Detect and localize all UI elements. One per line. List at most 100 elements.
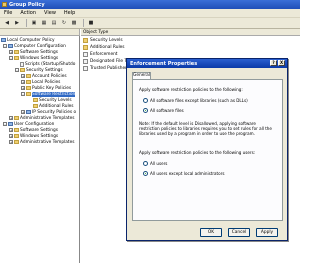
window-title: Group Policy bbox=[9, 1, 45, 8]
apply-button[interactable]: Apply bbox=[256, 228, 278, 237]
collapse-icon[interactable]: - bbox=[3, 122, 7, 126]
list-item-label: Enforcement bbox=[90, 51, 118, 57]
console-tree: Local Computer Policy - Computer Configur… bbox=[0, 36, 80, 263]
radio-label: All users except local administrators bbox=[150, 170, 225, 176]
export-icon[interactable]: ▩ bbox=[70, 19, 78, 27]
tree-item-label: Software Settings bbox=[20, 49, 58, 55]
cancel-button[interactable]: Cancel bbox=[228, 228, 250, 237]
expand-icon[interactable]: + bbox=[21, 110, 25, 114]
menu-help[interactable]: Help bbox=[64, 10, 75, 16]
radio-button[interactable] bbox=[143, 170, 148, 176]
folder-icon bbox=[14, 56, 19, 60]
radio-all-software-files[interactable]: All software files bbox=[143, 107, 184, 113]
expand-icon[interactable]: + bbox=[21, 80, 25, 84]
list-item-label: Security Levels bbox=[90, 37, 123, 43]
radio-button[interactable] bbox=[143, 107, 148, 113]
policy-doc-icon bbox=[83, 58, 88, 64]
column-object-type[interactable]: Object Type bbox=[83, 30, 108, 35]
policy-doc-icon bbox=[83, 65, 88, 71]
ok-button[interactable]: OK bbox=[200, 228, 222, 237]
menu-action[interactable]: Action bbox=[20, 10, 36, 16]
radio-label: All users bbox=[150, 160, 168, 166]
expand-icon[interactable]: + bbox=[9, 50, 13, 54]
close-button[interactable]: X bbox=[278, 60, 285, 66]
list-item-label: Additional Rules bbox=[90, 44, 125, 50]
folder-icon bbox=[26, 92, 31, 96]
tree-item-label: Local Policies bbox=[32, 79, 61, 85]
radio-button[interactable] bbox=[143, 97, 148, 103]
folder-icon bbox=[14, 128, 19, 132]
tree-item-label: Additional Rules bbox=[39, 103, 74, 109]
tree-item-label: Software Settings bbox=[20, 127, 58, 133]
list-item-additional-rules[interactable]: Additional Rules bbox=[83, 44, 125, 50]
expand-icon[interactable]: + bbox=[9, 128, 13, 132]
back-icon[interactable]: ◀ bbox=[3, 19, 11, 27]
radio-label: All software files except libraries (suc… bbox=[150, 97, 248, 103]
expand-icon[interactable]: + bbox=[9, 116, 13, 120]
expand-icon[interactable]: + bbox=[21, 74, 25, 78]
radio-button[interactable] bbox=[143, 160, 148, 166]
list-item-designated-file-types[interactable]: Designated File Typ bbox=[83, 58, 132, 64]
group-policy-icon bbox=[2, 2, 7, 7]
tree-item-label: Local Computer Policy bbox=[7, 37, 55, 43]
collapse-icon[interactable]: - bbox=[9, 56, 13, 60]
tree-item-label: Windows Settings bbox=[20, 133, 59, 139]
tree-item-label: Administrative Templates bbox=[20, 139, 75, 145]
refresh-icon[interactable]: ↻ bbox=[60, 19, 68, 27]
tree-item-label: Account Policies bbox=[32, 73, 67, 79]
section-files-label: Apply software restriction policies to t… bbox=[139, 87, 243, 92]
help-button[interactable]: ? bbox=[270, 60, 277, 66]
enforcement-properties-dialog: Enforcement Properties ? X General Apply… bbox=[126, 58, 288, 241]
folder-icon bbox=[83, 44, 88, 50]
radio-all-users[interactable]: All users bbox=[143, 160, 167, 166]
list-item-label: Trusted Publishers bbox=[90, 65, 130, 71]
tree-item-label: IP Security Policies o bbox=[32, 109, 77, 115]
radio-all-users-except-admins[interactable]: All users except local administrators bbox=[143, 170, 224, 176]
note-text: Note: If the default level is Disallowed… bbox=[139, 121, 272, 136]
folder-icon bbox=[33, 104, 38, 108]
list-item-enforcement[interactable]: Enforcement bbox=[83, 51, 118, 57]
expand-icon[interactable]: + bbox=[21, 86, 25, 90]
forward-icon[interactable]: ▶ bbox=[13, 19, 21, 27]
tree-item-label: User Configuration bbox=[14, 121, 55, 127]
menu-bar: File Action View Help bbox=[0, 9, 300, 18]
menu-view[interactable]: View bbox=[44, 10, 56, 16]
list-item-security-levels[interactable]: Security Levels bbox=[83, 37, 123, 43]
folder-icon bbox=[20, 68, 25, 72]
folder-icon bbox=[83, 37, 88, 43]
folder-icon bbox=[33, 98, 38, 102]
tab-general[interactable]: General bbox=[132, 72, 151, 79]
window-titlebar[interactable]: Group Policy bbox=[0, 0, 300, 9]
help-icon[interactable]: ■ bbox=[87, 19, 95, 27]
tree-item-label: Administrative Templates bbox=[20, 115, 75, 121]
dialog-title: Enforcement Properties bbox=[130, 60, 198, 67]
show-hide-tree-icon[interactable]: ▦ bbox=[40, 19, 48, 27]
computer-icon bbox=[8, 44, 13, 48]
properties-icon[interactable]: ▤ bbox=[50, 19, 58, 27]
toolbar: ◀ ▶ ▣ ▦ ▤ ↻ ▩ ■ bbox=[0, 18, 300, 29]
list-item-trusted-publishers[interactable]: Trusted Publishers bbox=[83, 65, 129, 71]
folder-icon bbox=[26, 80, 31, 84]
collapse-icon[interactable]: - bbox=[21, 92, 25, 96]
folder-icon bbox=[14, 140, 19, 144]
collapse-icon[interactable]: - bbox=[3, 44, 7, 48]
folder-icon bbox=[14, 50, 19, 54]
folder-icon bbox=[26, 86, 31, 90]
expand-icon[interactable]: + bbox=[9, 134, 13, 138]
tree-item-label: Security Settings bbox=[26, 67, 63, 73]
collapse-icon[interactable]: - bbox=[15, 68, 19, 72]
tree-item-label: Computer Configuration bbox=[14, 43, 66, 49]
general-tab-panel: Apply software restriction policies to t… bbox=[132, 79, 283, 221]
list-header: Object Type bbox=[81, 29, 300, 36]
dialog-titlebar[interactable]: Enforcement Properties ? X bbox=[127, 59, 287, 68]
folder-icon bbox=[14, 116, 19, 120]
user-icon bbox=[8, 122, 13, 126]
toolbar-separator bbox=[83, 19, 84, 27]
menu-file[interactable]: File bbox=[4, 10, 12, 16]
tree-item-administrative-templates[interactable]: + Administrative Templates bbox=[9, 139, 75, 145]
radio-all-except-libraries[interactable]: All software files except libraries (suc… bbox=[143, 97, 248, 103]
expand-icon[interactable]: + bbox=[9, 140, 13, 144]
policy-icon bbox=[1, 38, 6, 42]
up-icon[interactable]: ▣ bbox=[30, 19, 38, 27]
toolbar-separator bbox=[26, 19, 27, 27]
